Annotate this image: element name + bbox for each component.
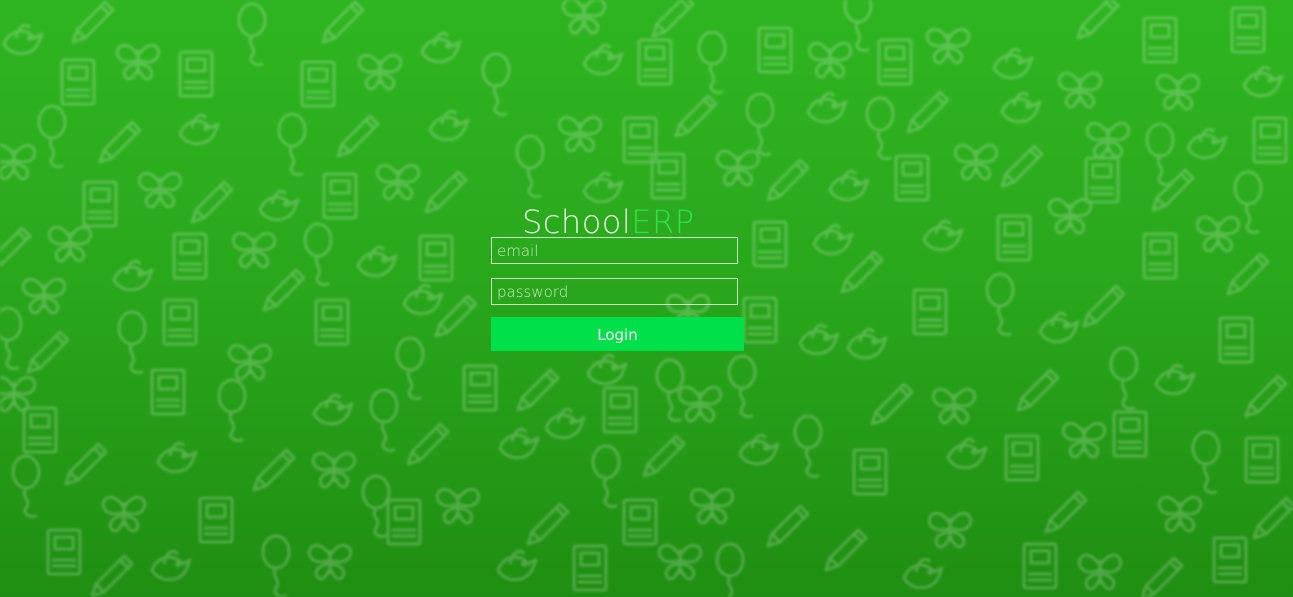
logo-text-erp: ERP <box>631 203 695 241</box>
password-input[interactable] <box>491 278 738 305</box>
email-input[interactable] <box>491 237 738 264</box>
app-logo: SchoolERP <box>522 202 694 242</box>
login-button[interactable]: Login <box>491 317 744 351</box>
logo-text-school: School <box>522 203 632 241</box>
